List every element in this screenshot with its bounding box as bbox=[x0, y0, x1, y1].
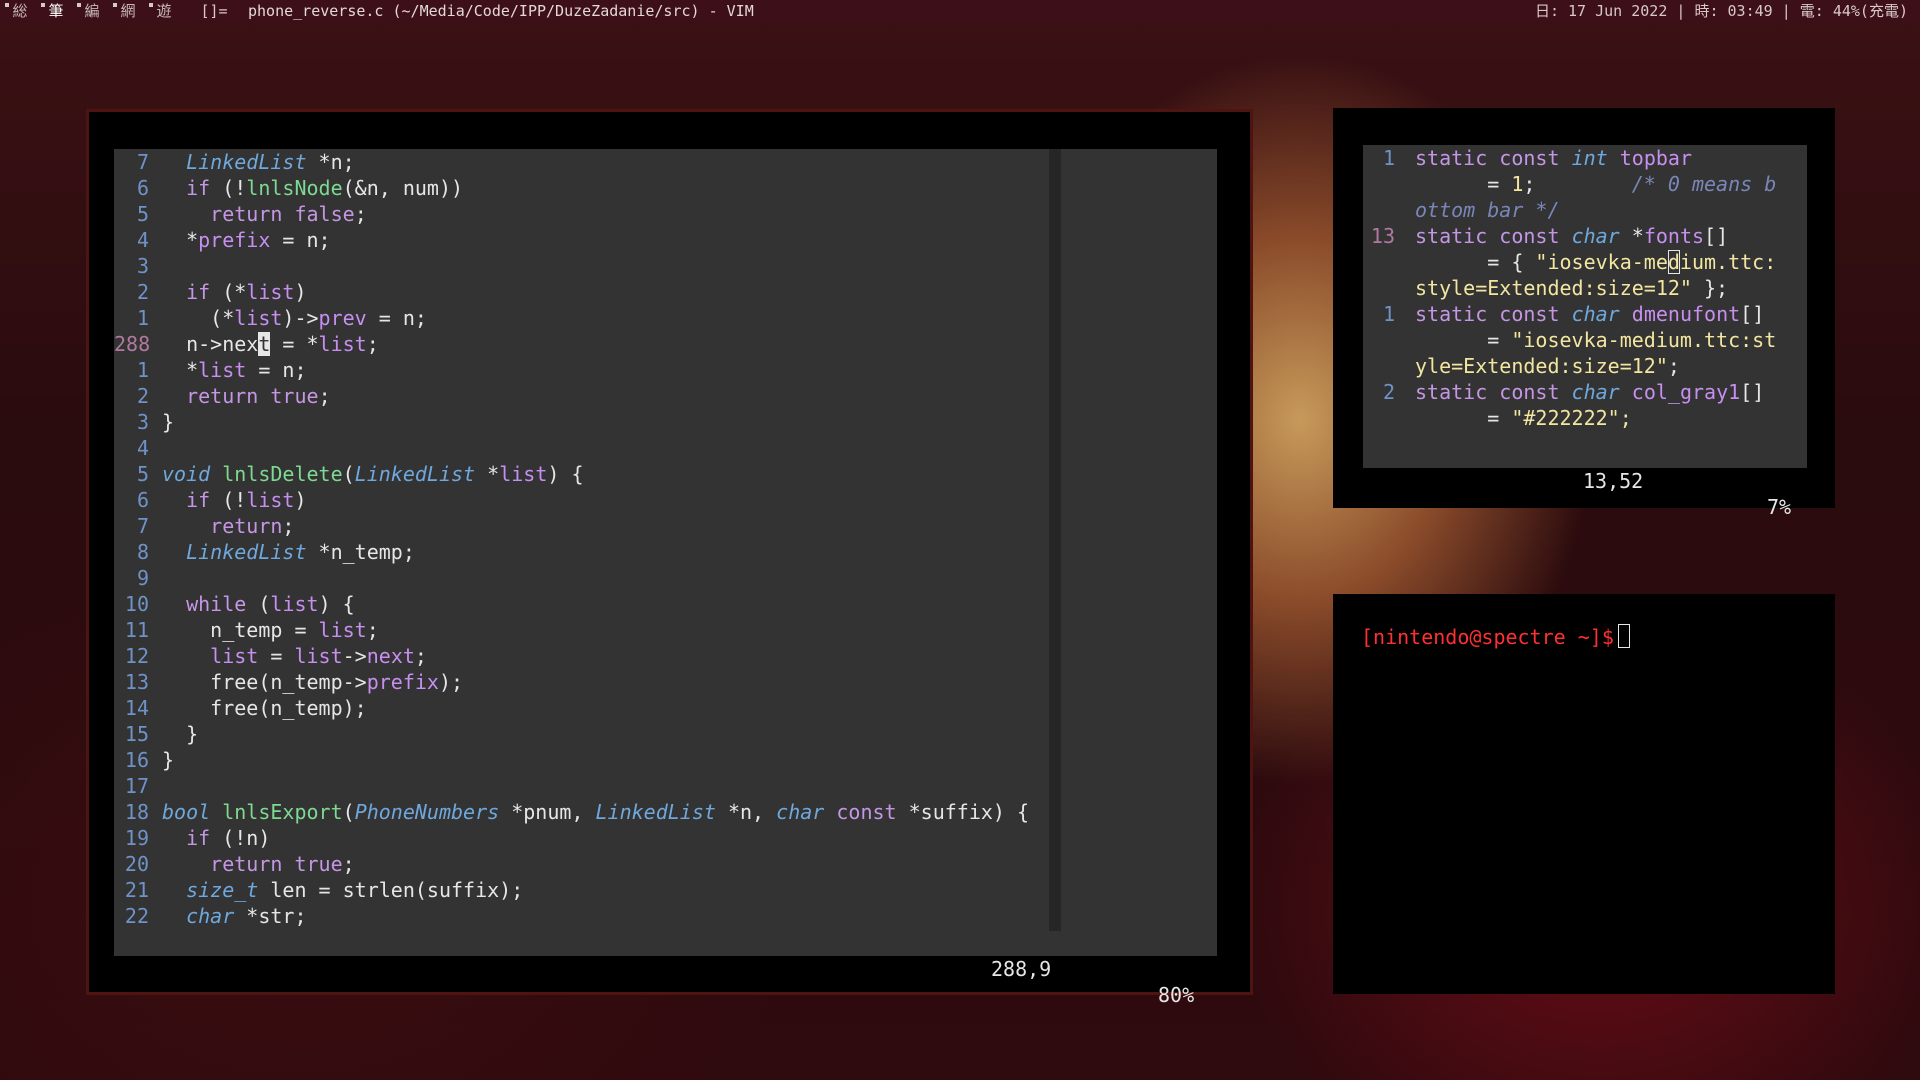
line-number: 1 bbox=[136, 358, 149, 382]
occupied-indicator-icon bbox=[113, 3, 117, 7]
line-number: 5 bbox=[136, 202, 149, 226]
vim-ruler: 13,52 7% bbox=[1363, 442, 1807, 519]
line-number: 3 bbox=[136, 410, 149, 434]
line-text: = "#222222"; bbox=[1415, 406, 1632, 430]
code-line[interactable]: 2 static const char col_gray1[] bbox=[1363, 379, 1807, 405]
line-number: 1 bbox=[1382, 146, 1395, 170]
shell-prompt: [nintendo@spectre ~]$ bbox=[1361, 625, 1614, 649]
terminal-cursor bbox=[1617, 624, 1630, 648]
line-text: = { "iosevka-medium.ttc: bbox=[1415, 250, 1777, 274]
code-line[interactable]: style=Extended:size=12" }; bbox=[1363, 275, 1807, 301]
line-number bbox=[1363, 405, 1395, 431]
line-number: 3 bbox=[136, 254, 149, 278]
line-number: 1 bbox=[1382, 302, 1395, 326]
line-number: 20 bbox=[124, 852, 149, 876]
line-number: 11 bbox=[124, 618, 149, 642]
line-text: static const char dmenufont[] bbox=[1415, 302, 1765, 326]
line-text: = 1; /* 0 means b bbox=[1415, 172, 1777, 196]
line-number bbox=[1363, 171, 1395, 197]
line-number: 4 bbox=[136, 436, 149, 460]
line-number: 13 bbox=[124, 670, 149, 694]
code-line[interactable]: 1 static const char dmenufont[] bbox=[1363, 301, 1807, 327]
code-line[interactable]: = { "iosevka-medium.ttc: bbox=[1363, 249, 1807, 275]
line-text: yle=Extended:size=12"; bbox=[1415, 354, 1680, 378]
line-number: 6 bbox=[136, 176, 149, 200]
vim-ruler: 288,9 80% bbox=[114, 930, 1217, 1007]
tag-1[interactable]: 総 bbox=[2, 0, 38, 22]
line-number: 288 bbox=[114, 332, 151, 356]
vim-editor[interactable]: 7 LinkedList *n; 6 if (!lnlsNode(&n, num)… bbox=[114, 149, 1217, 1007]
line-number: 19 bbox=[124, 826, 149, 850]
line-text: ottom bar */ bbox=[1415, 198, 1560, 222]
line-number: 7 bbox=[136, 514, 149, 538]
tag-4[interactable]: 網 bbox=[110, 0, 146, 22]
line-number: 2 bbox=[1382, 380, 1395, 404]
line-number: 6 bbox=[136, 488, 149, 512]
code-line[interactable]: yle=Extended:size=12"; bbox=[1363, 353, 1807, 379]
line-number bbox=[1363, 275, 1395, 301]
line-number: 18 bbox=[124, 800, 149, 824]
line-number bbox=[1363, 353, 1395, 379]
tag-3[interactable]: 編 bbox=[74, 0, 110, 22]
layout-symbol[interactable]: []= bbox=[188, 0, 240, 22]
code-line[interactable]: = 1; /* 0 means b bbox=[1363, 171, 1807, 197]
tag-2[interactable]: 筆 bbox=[38, 0, 74, 22]
line-number: 9 bbox=[136, 566, 149, 590]
cursor-position: 13,52 bbox=[1583, 469, 1644, 493]
top-bar: 総 筆 編 網 遊 []= phone_reverse.c (~/Media/C… bbox=[0, 0, 1920, 22]
vim-window-config[interactable]: 1 static const int topbar = 1; /* 0 means… bbox=[1333, 108, 1835, 519]
line-number: 17 bbox=[124, 774, 149, 798]
line-number bbox=[1363, 327, 1395, 353]
line-number: 2 bbox=[136, 384, 149, 408]
line-number: 14 bbox=[124, 696, 149, 720]
occupied-indicator-icon bbox=[41, 3, 45, 7]
line-number: 1 bbox=[136, 306, 149, 330]
scroll-percent: 7% bbox=[1767, 495, 1792, 519]
code-lines: 1 static const int topbar = 1; /* 0 means… bbox=[1363, 145, 1807, 431]
text-cursor: t bbox=[258, 332, 271, 356]
occupied-indicator-icon bbox=[5, 3, 9, 7]
terminal-window[interactable]: [nintendo@spectre ~]$ bbox=[1333, 594, 1835, 994]
scroll-percent: 80% bbox=[1158, 983, 1195, 1007]
line-number: 10 bbox=[124, 592, 149, 616]
line-number bbox=[1363, 249, 1395, 275]
code-line[interactable]: = "iosevka-medium.ttc:st bbox=[1363, 327, 1807, 353]
line-text: = "iosevka-medium.ttc:st bbox=[1415, 328, 1777, 352]
line-number: 7 bbox=[136, 150, 149, 174]
cursor-position: 288,9 bbox=[991, 957, 1052, 981]
tag-5[interactable]: 遊 bbox=[146, 0, 182, 22]
vim-editor-config[interactable]: 1 static const int topbar = 1; /* 0 means… bbox=[1363, 145, 1807, 519]
line-text: static const int topbar bbox=[1415, 146, 1692, 170]
window-title: phone_reverse.c (~/Media/Code/IPP/DuzeZa… bbox=[248, 2, 754, 20]
tag-list: 総 筆 編 網 遊 bbox=[0, 0, 182, 22]
line-number: 15 bbox=[124, 722, 149, 746]
line-number: 22 bbox=[124, 904, 149, 928]
line-text: static const char col_gray1[] bbox=[1415, 380, 1765, 404]
line-number: 5 bbox=[136, 462, 149, 486]
line-number: 8 bbox=[136, 540, 149, 564]
vim-window-main[interactable]: 7 LinkedList *n; 6 if (!lnlsNode(&n, num)… bbox=[86, 109, 1253, 1007]
color-column bbox=[1049, 149, 1061, 931]
line-number: 16 bbox=[124, 748, 149, 772]
line-number bbox=[1363, 197, 1395, 223]
line-text: static const char *fonts[] bbox=[1415, 224, 1729, 248]
line-number: 12 bbox=[124, 644, 149, 668]
code-line[interactable]: ottom bar */ bbox=[1363, 197, 1807, 223]
code-line[interactable]: = "#222222"; bbox=[1363, 405, 1807, 431]
status-text: 日: 17 Jun 2022 | 時: 03:49 | 電: 44%(充電) bbox=[1534, 2, 1908, 20]
line-number: 13 bbox=[1370, 224, 1395, 248]
line-number: 4 bbox=[136, 228, 149, 252]
occupied-indicator-icon bbox=[149, 3, 153, 7]
occupied-indicator-icon bbox=[77, 3, 81, 7]
line-number: 2 bbox=[136, 280, 149, 304]
code-line[interactable]: 13 static const char *fonts[] bbox=[1363, 223, 1807, 249]
line-text: style=Extended:size=12" }; bbox=[1415, 276, 1729, 300]
line-number: 21 bbox=[124, 878, 149, 902]
text-cursor: d bbox=[1667, 250, 1680, 274]
code-line[interactable]: 1 static const int topbar bbox=[1363, 145, 1807, 171]
terminal-prompt-line[interactable]: [nintendo@spectre ~]$ bbox=[1361, 624, 1630, 650]
